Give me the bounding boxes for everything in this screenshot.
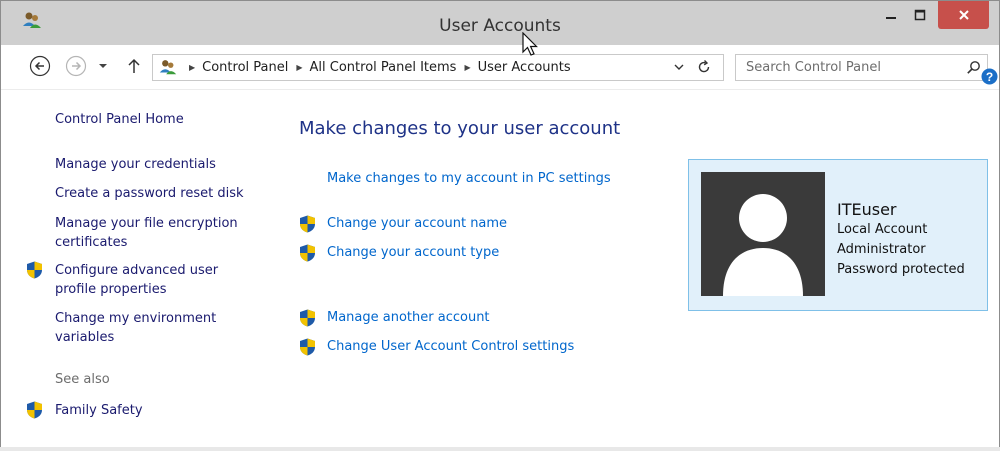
uac-shield-icon [300,309,315,327]
search-box[interactable]: Search Control Panel [735,54,988,81]
uac-shield-icon [300,338,315,356]
chevron-down-icon [99,64,107,68]
help-icon[interactable]: ? [981,68,998,85]
refresh-icon[interactable] [696,59,712,75]
change-account-name-link[interactable]: Change your account name [327,216,507,231]
address-dropdown-icon[interactable] [673,61,685,73]
change-uac-settings-link[interactable]: Change User Account Control settings [327,339,574,354]
uac-shield-icon [27,261,42,279]
breadcrumb-separator-icon[interactable]: ▶ [189,63,195,72]
control-panel-home-link[interactable]: Control Panel Home [55,110,184,129]
manage-file-encryption-certificates-link[interactable]: Manage your file encryption certificates [55,214,238,252]
configure-advanced-user-profile-link[interactable]: Configure advanced user profile properti… [55,261,218,299]
back-button[interactable] [28,54,52,78]
user-accounts-window: User Accounts ▶ Control Panel ▶ All Cont… [0,0,1000,451]
uac-shield-icon [27,401,42,419]
bottom-border [0,447,1000,451]
account-name: ITEuser [837,200,897,219]
user-accounts-icon[interactable] [21,9,43,31]
account-security: Password protected [837,262,965,277]
navigation-bar: ▶ Control Panel ▶ All Control Panel Item… [1,45,999,90]
breadcrumb-separator-icon[interactable]: ▶ [296,63,302,72]
account-role: Administrator [837,242,926,257]
close-button[interactable] [938,1,989,29]
create-password-reset-disk-link[interactable]: Create a password reset disk [55,184,244,203]
user-accounts-icon [159,60,177,75]
forward-arrow-icon [65,55,87,77]
recent-locations-button[interactable] [95,54,111,78]
page-title: Make changes to your user account [299,118,621,139]
uac-shield-icon [300,215,315,233]
minimize-icon [886,17,896,19]
mouse-cursor-icon [522,32,538,56]
family-safety-link[interactable]: Family Safety [55,401,143,420]
title-bar[interactable]: User Accounts [1,1,999,45]
search-icon[interactable] [966,60,981,75]
maximize-icon [914,9,926,21]
change-account-type-link[interactable]: Change your account type [327,245,499,260]
user-silhouette-icon [723,194,803,296]
pc-settings-link[interactable]: Make changes to my account in PC setting… [327,171,611,186]
breadcrumb-all-control-panel-items[interactable]: All Control Panel Items [310,60,457,75]
avatar [701,172,825,296]
up-arrow-icon [128,58,140,73]
content-area: Control Panel Home Manage your credentia… [1,90,999,450]
manage-another-account-link[interactable]: Manage another account [327,310,490,325]
search-input[interactable]: Search Control Panel [746,55,881,80]
window-title: User Accounts [439,16,561,36]
breadcrumb-separator-icon[interactable]: ▶ [464,63,470,72]
svg-text:?: ? [986,70,993,84]
close-icon [958,10,969,20]
forward-button[interactable] [64,54,88,78]
see-also-heading: See also [55,372,110,387]
account-type: Local Account [837,222,928,237]
manage-credentials-link[interactable]: Manage your credentials [55,155,216,174]
breadcrumb: ▶ Control Panel ▶ All Control Panel Item… [181,55,571,80]
breadcrumb-control-panel[interactable]: Control Panel [202,60,288,75]
uac-shield-icon [300,244,315,262]
address-bar[interactable]: ▶ Control Panel ▶ All Control Panel Item… [152,54,724,81]
account-tile: ITEuser Local Account Administrator Pass… [688,159,988,311]
breadcrumb-user-accounts[interactable]: User Accounts [478,60,571,75]
back-arrow-icon [29,55,51,77]
up-button[interactable] [125,54,143,78]
maximize-button[interactable] [905,1,935,29]
change-environment-variables-link[interactable]: Change my environment variables [55,309,216,347]
minimize-button[interactable] [876,1,906,29]
